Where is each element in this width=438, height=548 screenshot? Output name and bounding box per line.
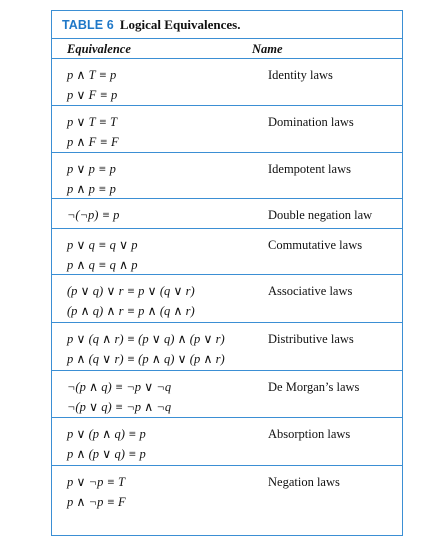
equivalence-formula: p ∧ q ≡ q ∧ p: [67, 258, 138, 272]
equivalence-formula: p ∨ p ≡ p: [67, 162, 116, 176]
table-title: Logical Equivalences.: [119, 16, 241, 32]
table-title-bar: TABLE 6 Logical Equivalences.: [52, 11, 402, 38]
law-name: Idempotent laws: [268, 162, 351, 176]
equivalence-formula: p ∧ (q ∨ r) ≡ (p ∧ q) ∨ (p ∧ r): [67, 352, 225, 366]
law-name: Absorption laws: [268, 427, 351, 441]
law-name: Domination laws: [268, 115, 354, 129]
table-row: ¬(¬p) ≡ p Double negation law: [52, 199, 402, 229]
table-row: p ∨ ¬p ≡ T p ∧ ¬p ≡ F Negation laws: [52, 466, 402, 514]
law-name: De Morgan’s laws: [268, 380, 360, 394]
equivalence-formula: (p ∧ q) ∧ r ≡ p ∧ (q ∧ r): [67, 304, 195, 318]
equivalence-formula: p ∧ F ≡ F: [67, 135, 119, 149]
equivalence-formula: ¬(¬p) ≡ p: [67, 208, 120, 222]
law-name: Distributive laws: [268, 332, 354, 346]
equivalence-cell: p ∨ (p ∧ q) ≡ p p ∧ (p ∨ q) ≡ p: [52, 418, 268, 465]
law-name: Double negation law: [268, 208, 373, 222]
equivalence-cell: ¬(p ∧ q) ≡ ¬p ∨ ¬q ¬(p ∨ q) ≡ ¬p ∧ ¬q: [52, 371, 268, 417]
column-header-name: Name: [252, 41, 283, 56]
equivalence-cell: p ∨ p ≡ p p ∧ p ≡ p: [52, 153, 268, 198]
equivalence-formula: p ∨ (p ∧ q) ≡ p: [67, 427, 146, 441]
table-row: p ∨ (p ∧ q) ≡ p p ∧ (p ∨ q) ≡ p Absorption…: [52, 418, 402, 466]
law-name: Identity laws: [268, 68, 333, 82]
equivalence-formula: ¬(p ∧ q) ≡ ¬p ∨ ¬q: [67, 380, 172, 394]
equivalence-formula: p ∨ ¬p ≡ T: [67, 475, 125, 489]
equivalence-formula: p ∧ p ≡ p: [67, 182, 116, 196]
equivalence-formula: p ∨ T ≡ T: [67, 115, 118, 129]
equivalence-cell: ¬(¬p) ≡ p: [52, 199, 268, 228]
equivalence-formula: p ∧ (p ∨ q) ≡ p: [67, 447, 146, 461]
equivalence-formula: p ∧ T ≡ p: [67, 68, 117, 82]
table-row: p ∨ T ≡ T p ∧ F ≡ F Domination laws: [52, 106, 402, 153]
logical-equivalences-table: TABLE 6 Logical Equivalences. Equivalenc…: [51, 10, 403, 536]
table-row: ¬(p ∧ q) ≡ ¬p ∨ ¬q ¬(p ∨ q) ≡ ¬p ∧ ¬q De M…: [52, 371, 402, 418]
equivalence-cell: p ∨ ¬p ≡ T p ∧ ¬p ≡ F: [52, 466, 268, 514]
equivalence-formula: (p ∨ q) ∨ r ≡ p ∨ (q ∨ r): [67, 284, 195, 298]
table-row: p ∨ p ≡ p p ∧ p ≡ p Idempotent laws: [52, 153, 402, 199]
law-name: Associative laws: [268, 284, 353, 298]
table-row: (p ∨ q) ∨ r ≡ p ∨ (q ∨ r) (p ∧ q) ∧ r ≡ p…: [52, 275, 402, 323]
equivalence-formula: ¬(p ∨ q) ≡ ¬p ∧ ¬q: [67, 400, 172, 414]
table-body: p ∧ T ≡ p p ∨ F ≡ p Identity laws p ∨ T ≡ T…: [52, 59, 402, 514]
equivalence-formula: p ∨ q ≡ q ∨ p: [67, 238, 138, 252]
table-row: p ∨ q ≡ q ∨ p p ∧ q ≡ q ∧ p Commutative la…: [52, 229, 402, 275]
equivalence-formula: p ∧ ¬p ≡ F: [67, 495, 126, 509]
law-name: Commutative laws: [268, 238, 363, 252]
equivalence-formula: p ∨ (q ∧ r) ≡ (p ∨ q) ∧ (p ∨ r): [67, 332, 225, 346]
equivalence-cell: p ∨ (q ∧ r) ≡ (p ∨ q) ∧ (p ∨ r) p ∧ (q ∨ …: [52, 323, 268, 370]
law-name: Negation laws: [268, 475, 340, 489]
equivalence-formula: p ∨ F ≡ p: [67, 88, 118, 102]
column-header-equivalence: Equivalence: [67, 41, 131, 56]
equivalence-cell: p ∧ T ≡ p p ∨ F ≡ p: [52, 59, 268, 105]
equivalence-cell: p ∨ q ≡ q ∨ p p ∧ q ≡ q ∧ p: [52, 229, 268, 274]
column-header-row: Equivalence Name: [52, 38, 402, 59]
table-number: TABLE 6: [62, 17, 114, 32]
equivalence-cell: p ∨ T ≡ T p ∧ F ≡ F: [52, 106, 268, 152]
table-row: p ∧ T ≡ p p ∨ F ≡ p Identity laws: [52, 59, 402, 106]
table-row: p ∨ (q ∧ r) ≡ (p ∨ q) ∧ (p ∨ r) p ∧ (q ∨ …: [52, 323, 402, 371]
equivalence-cell: (p ∨ q) ∨ r ≡ p ∨ (q ∨ r) (p ∧ q) ∧ r ≡ p…: [52, 275, 268, 322]
